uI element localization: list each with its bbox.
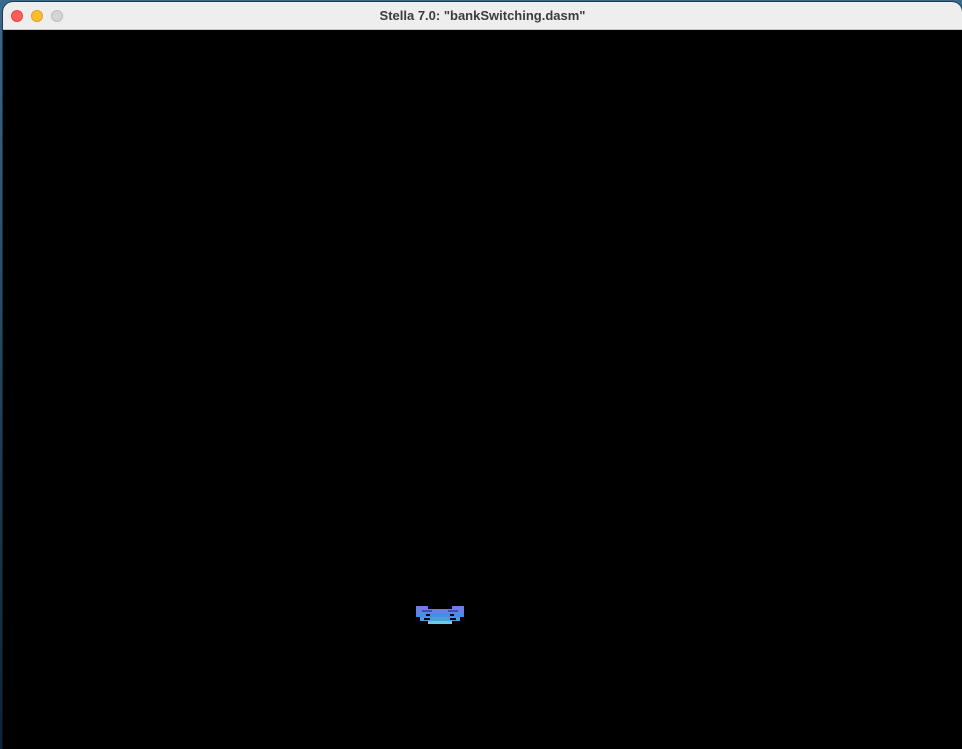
sprite-band-3 — [416, 613, 464, 617]
window-title: Stella 7.0: "bankSwitching.dasm" — [379, 8, 586, 23]
sprite-gap-left — [426, 614, 430, 616]
sprite-eye-right — [448, 610, 458, 612]
player-sprite — [416, 606, 464, 624]
sprite-top-left — [416, 606, 428, 609]
stella-window: Stella 7.0: "bankSwitching.dasm" — [3, 2, 962, 749]
sprite-eye-left — [422, 610, 432, 612]
sprite-gap-lower-right — [450, 618, 456, 620]
sprite-bottom — [428, 621, 452, 624]
sprite-gap-lower-left — [424, 618, 430, 620]
emulator-screen[interactable] — [3, 30, 962, 749]
title-bar[interactable]: Stella 7.0: "bankSwitching.dasm" — [3, 2, 962, 30]
sprite-gap-right — [450, 614, 454, 616]
sprite-top-right — [452, 606, 464, 609]
